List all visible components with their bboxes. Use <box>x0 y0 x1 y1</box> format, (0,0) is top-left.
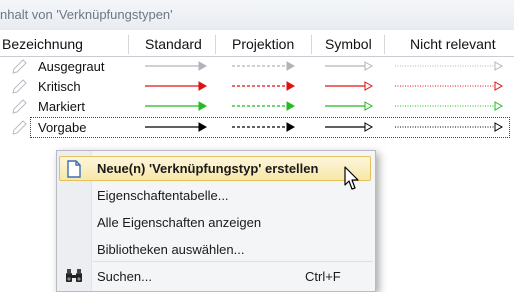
column-symbol[interactable]: Symbol <box>325 36 372 52</box>
arrowhead-symbol <box>364 122 374 132</box>
column-divider[interactable] <box>384 35 385 54</box>
column-nicht-relevant[interactable]: Nicht relevant <box>410 36 496 52</box>
menu-item-label: Neue(n) 'Verknüpfungstyp' erstellen <box>97 161 319 176</box>
context-menu: Neue(n) 'Verknüpfungstyp' erstellen Eige… <box>56 150 376 292</box>
new-document-icon <box>67 160 81 178</box>
arrowhead-standard <box>198 101 208 111</box>
arrowhead-standard <box>198 61 208 71</box>
menu-item-label: Suchen... <box>97 269 152 284</box>
column-divider[interactable] <box>128 35 129 54</box>
panel-title: nhalt von 'Verknüpfungstypen' <box>0 7 173 22</box>
arrowhead-nicht-relevant <box>494 61 504 71</box>
menu-item-show-all-properties[interactable]: Alle Eigenschaften anzeigen <box>57 209 375 236</box>
arrowhead-projektion <box>286 61 296 71</box>
column-divider[interactable] <box>215 35 216 54</box>
arrowhead-nicht-relevant <box>494 81 504 91</box>
menu-item-label: Bibliotheken auswählen... <box>97 242 245 257</box>
column-header: Bezeichnung Standard Projektion Symbol N… <box>0 32 514 57</box>
menu-separator <box>93 261 373 262</box>
menu-item-search[interactable]: Suchen... Ctrl+F <box>57 263 375 290</box>
column-projektion[interactable]: Projektion <box>232 36 294 52</box>
binoculars-icon <box>66 269 82 282</box>
arrowhead-symbol <box>364 101 374 111</box>
menu-item-label: Alle Eigenschaften anzeigen <box>97 215 262 230</box>
arrowhead-standard <box>198 81 208 91</box>
panel-titlebar: nhalt von 'Verknüpfungstypen' <box>0 0 514 30</box>
arrowhead-symbol <box>364 81 374 91</box>
menu-item-property-table[interactable]: Eigenschaftentabelle... <box>57 182 375 209</box>
column-standard[interactable]: Standard <box>145 36 202 52</box>
arrowhead-symbol <box>364 61 374 71</box>
column-divider[interactable] <box>311 35 312 54</box>
mouse-cursor-icon <box>344 166 359 190</box>
arrowhead-projektion <box>286 101 296 111</box>
menu-item-label: Eigenschaftentabelle... <box>97 188 229 203</box>
arrowhead-nicht-relevant <box>494 101 504 111</box>
arrowhead-projektion <box>286 122 296 132</box>
arrowhead-standard <box>198 122 208 132</box>
column-bezeichnung[interactable]: Bezeichnung <box>2 36 83 52</box>
arrowhead-nicht-relevant <box>494 122 504 132</box>
menu-item-select-libraries[interactable]: Bibliotheken auswählen... <box>57 236 375 263</box>
line-style-previews <box>145 61 504 132</box>
menu-item-new-link-type[interactable]: Neue(n) 'Verknüpfungstyp' erstellen <box>57 155 375 182</box>
menu-item-shortcut: Ctrl+F <box>305 269 341 284</box>
arrowhead-projektion <box>286 81 296 91</box>
